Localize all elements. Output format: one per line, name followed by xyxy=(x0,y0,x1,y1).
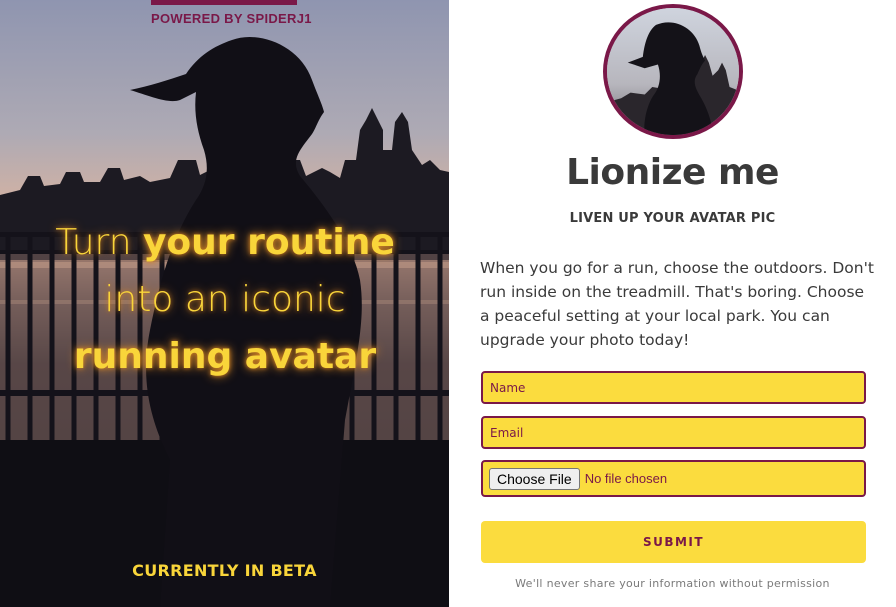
name-input[interactable] xyxy=(481,371,866,404)
privacy-note: We'll never share your information witho… xyxy=(515,577,830,590)
headline-line1-light: Turn xyxy=(55,222,143,263)
file-upload-field[interactable]: Choose File No file chosen xyxy=(481,460,866,497)
choose-file-button[interactable]: Choose File xyxy=(489,467,580,490)
powered-by-label: POWERED BY SPIDERJ1 xyxy=(151,11,312,26)
signup-panel: Lionize me LIVEN UP YOUR AVATAR PIC When… xyxy=(449,0,896,607)
beta-label: CURRENTLY IN BETA xyxy=(132,561,317,580)
hero-headline: Turn your routine into an iconic running… xyxy=(20,214,430,385)
page-subtitle: LIVEN UP YOUR AVATAR PIC xyxy=(569,211,776,226)
avatar xyxy=(603,4,743,139)
description-text: When you go for a run, choose the outdoo… xyxy=(480,259,874,349)
headline-line1-bold: your routine xyxy=(142,222,395,263)
email-input[interactable] xyxy=(481,416,866,449)
file-status-label: No file chosen xyxy=(584,471,668,486)
avatar-photo xyxy=(607,8,739,135)
headline-line3: running avatar xyxy=(73,336,377,377)
page-title: Lionize me xyxy=(566,152,779,193)
powered-by-accent-bar xyxy=(151,0,297,5)
hero-panel: POWERED BY SPIDERJ1 Turn your routine in… xyxy=(0,0,449,607)
headline-line2: into an iconic xyxy=(104,279,346,320)
submit-button[interactable]: SUBMIT xyxy=(481,521,866,563)
